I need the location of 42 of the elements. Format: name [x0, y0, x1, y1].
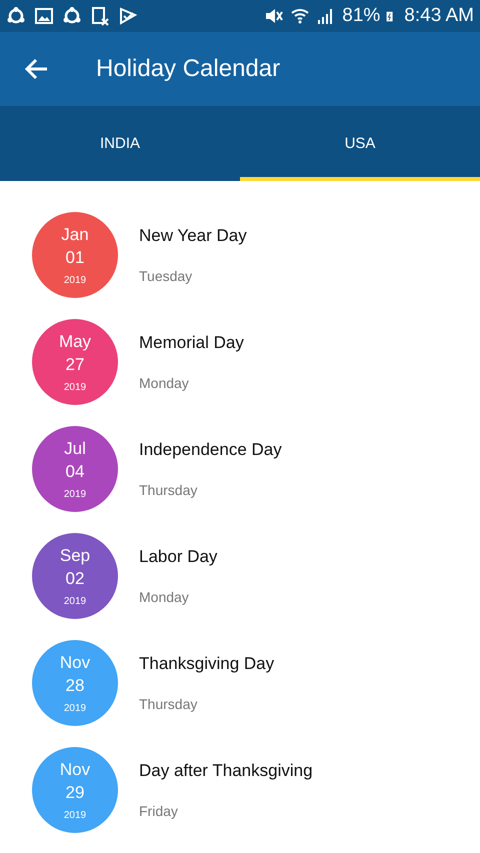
mute-icon	[264, 6, 284, 26]
year-label: 2019	[64, 275, 86, 286]
holiday-name: New Year Day	[139, 226, 247, 246]
clock-time: 8:43 AM	[404, 5, 474, 27]
holiday-name: Thanksgiving Day	[139, 654, 274, 674]
day-label: 27	[66, 354, 84, 376]
month-label: Nov	[60, 759, 90, 781]
year-label: 2019	[64, 382, 86, 393]
document-icon	[90, 6, 110, 26]
holiday-name: Memorial Day	[139, 333, 244, 353]
sync-icon	[62, 6, 82, 26]
day-label: 28	[66, 675, 84, 697]
month-label: Sep	[60, 545, 90, 567]
day-label: 01	[66, 247, 84, 269]
wifi-icon	[290, 6, 310, 26]
weekday-label: Tuesday	[139, 268, 194, 284]
app-title: Holiday Calendar	[96, 55, 280, 83]
tab[interactable]: USA	[240, 106, 480, 181]
battery-percent: 81%	[342, 5, 380, 27]
weekday-label: Thursday	[139, 696, 198, 712]
sync-icon	[6, 6, 26, 26]
year-label: 2019	[64, 596, 86, 607]
year-label: 2019	[64, 703, 86, 714]
month-label: Jul	[64, 438, 86, 460]
year-label: 2019	[64, 489, 86, 500]
year-label: 2019	[64, 810, 86, 821]
weekday-label: Monday	[139, 589, 190, 605]
weekday-label: Thursday	[139, 482, 198, 498]
month-label: May	[58, 331, 92, 353]
image-icon	[34, 6, 54, 26]
weekday-label: Monday	[139, 375, 190, 391]
weekday-label: Friday	[139, 803, 179, 819]
day-label: 29	[66, 782, 84, 804]
day-label: 02	[66, 568, 84, 590]
back-button[interactable]	[24, 56, 50, 82]
holiday-name: Labor Day	[139, 547, 218, 567]
tab[interactable]: INDIA	[0, 106, 240, 181]
month-label: Jan	[61, 224, 89, 246]
day-label: 04	[66, 461, 84, 483]
holiday-name: Day after Thanksgiving	[139, 761, 313, 781]
holiday-name: Independence Day	[139, 440, 282, 460]
month-label: Nov	[60, 652, 90, 674]
